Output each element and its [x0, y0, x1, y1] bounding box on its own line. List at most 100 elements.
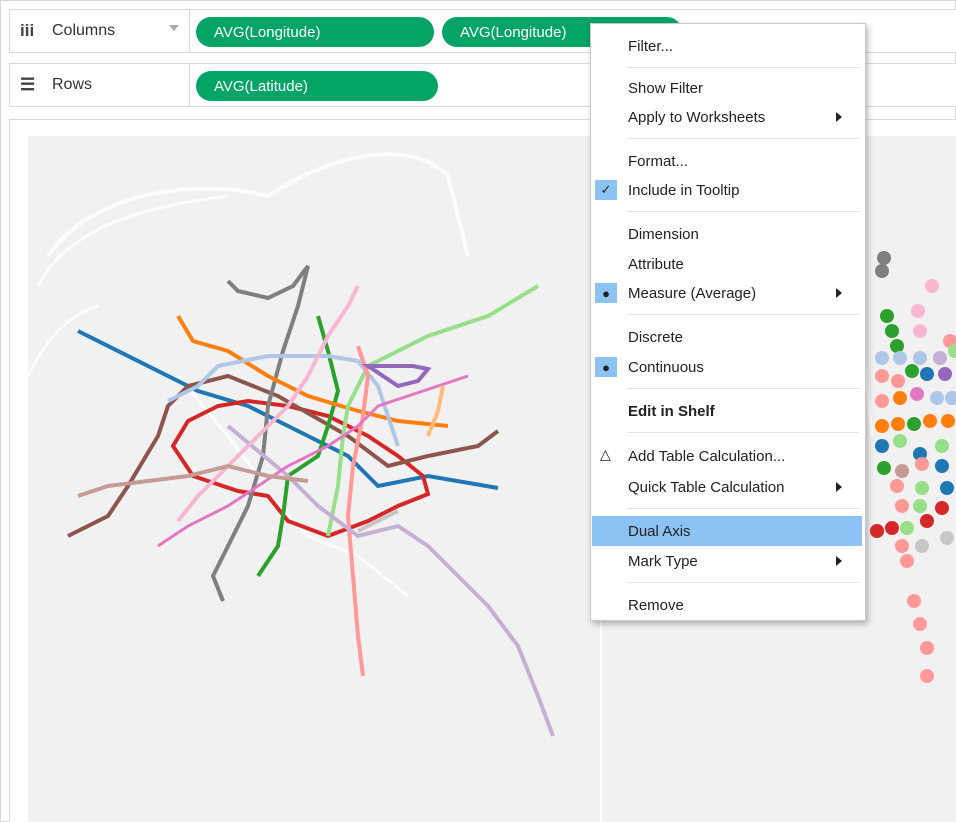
menu-item-label: Continuous [628, 358, 704, 376]
menu-divider [627, 508, 859, 509]
submenu-arrow-icon [836, 112, 842, 122]
menu-item-mark-type[interactable]: Mark Type [592, 546, 862, 576]
delta-icon: △ [600, 446, 611, 462]
menu-item-edit-in-shelf[interactable]: Edit in Shelf [592, 396, 862, 426]
menu-divider [627, 582, 859, 583]
menu-item-quick-table-calculation[interactable]: Quick Table Calculation [592, 472, 862, 502]
station-dot [895, 464, 909, 478]
menu-item-measure-average[interactable]: ● Measure (Average) [592, 278, 862, 308]
menu-item-label: Add Table Calculation... [628, 447, 786, 465]
menu-item-label: Dimension [628, 225, 699, 243]
menu-item-apply-to-worksheets[interactable]: Apply to Worksheets [592, 102, 862, 132]
station-dot [900, 554, 914, 568]
station-dot [913, 617, 927, 631]
station-dot [941, 414, 955, 428]
map-pane-lines[interactable] [28, 136, 600, 822]
menu-item-dual-axis[interactable]: Dual Axis [592, 516, 862, 546]
menu-item-label: Discrete [628, 328, 684, 346]
station-dot [890, 339, 904, 353]
columns-label-text: Columns [52, 22, 116, 39]
station-dot [920, 367, 934, 381]
menu-divider [627, 211, 859, 212]
station-dot [938, 367, 952, 381]
menu-item-label: Apply to Worksheets [628, 108, 766, 126]
menu-item-show-filter[interactable]: Show Filter [592, 73, 862, 103]
menu-item-remove[interactable]: Remove [592, 590, 862, 620]
menu-item-label: Edit in Shelf [628, 402, 715, 420]
menu-item-include-in-tooltip[interactable]: ✓ Include in Tooltip [592, 175, 862, 205]
rows-icon: ☰ [20, 75, 36, 94]
metro-line-light-orange [426, 385, 445, 437]
menu-divider [627, 314, 859, 315]
station-dot [875, 394, 889, 408]
menu-item-label: Show Filter [628, 79, 704, 97]
station-dot [920, 514, 934, 528]
menu-item-discrete[interactable]: Discrete [592, 322, 862, 352]
station-dot [885, 324, 899, 338]
menu-item-format[interactable]: Format... [592, 146, 862, 176]
station-dot [880, 309, 894, 323]
menu-item-add-table-calculation[interactable]: △ Add Table Calculation... [592, 441, 862, 471]
station-dot [875, 439, 889, 453]
station-dot [915, 457, 929, 471]
station-dot [893, 351, 907, 365]
columns-shelf-label: iii Columns [10, 10, 190, 52]
station-dot [935, 501, 949, 515]
submenu-arrow-icon [836, 556, 842, 566]
menu-divider [627, 138, 859, 139]
station-dot [925, 279, 939, 293]
rows-shelf-label: ☰ Rows [10, 64, 190, 106]
station-dot [940, 531, 954, 545]
station-dot [891, 374, 905, 388]
station-dot [935, 439, 949, 453]
station-dot [907, 594, 921, 608]
menu-divider [627, 388, 859, 389]
columns-icon: iii [20, 21, 35, 40]
station-dot [913, 324, 927, 338]
station-dot [915, 539, 929, 553]
station-dot [895, 499, 909, 513]
submenu-arrow-icon [836, 482, 842, 492]
station-dot [895, 539, 909, 553]
metro-line-tan [77, 463, 309, 498]
station-dot [923, 414, 937, 428]
metro-line-salmon [345, 345, 371, 677]
menu-item-dimension[interactable]: Dimension [592, 219, 862, 249]
station-dot [945, 391, 956, 405]
tableau-worksheet: iii Columns AVG(Longitude) AVG(Longitude… [0, 0, 956, 822]
menu-item-attribute[interactable]: Attribute [592, 249, 862, 279]
columns-pill-longitude-1[interactable]: AVG(Longitude) [196, 17, 434, 47]
map-road [28, 304, 99, 377]
station-dot [913, 499, 927, 513]
station-dot [910, 387, 924, 401]
station-dot [870, 524, 884, 538]
metro-line-orange [176, 314, 449, 428]
menu-item-label: Filter... [628, 37, 674, 55]
map-road [36, 194, 229, 287]
station-dot [877, 251, 891, 265]
radio-selected-icon: ● [595, 357, 617, 377]
context-menu: Filter... Show Filter Apply to Worksheet… [590, 23, 866, 621]
menu-item-label: Mark Type [628, 552, 698, 570]
station-dot [875, 351, 889, 365]
station-dot [920, 641, 934, 655]
menu-item-label: Include in Tooltip [628, 181, 740, 199]
menu-divider [627, 67, 859, 68]
menu-item-label: Measure (Average) [628, 284, 757, 302]
chevron-down-icon[interactable] [169, 25, 179, 31]
station-dot [893, 391, 907, 405]
menu-item-label: Format... [628, 152, 689, 170]
station-dot [875, 264, 889, 278]
station-dot [915, 481, 929, 495]
pill-label: AVG(Longitude) [460, 23, 567, 41]
map-road [46, 152, 470, 258]
menu-divider [627, 432, 859, 433]
rows-pill-latitude[interactable]: AVG(Latitude) [196, 71, 438, 101]
station-dot [911, 304, 925, 318]
menu-item-filter[interactable]: Filter... [592, 31, 862, 61]
station-dot [935, 459, 949, 473]
station-dot [875, 419, 889, 433]
station-dot [940, 481, 954, 495]
station-dot [900, 521, 914, 535]
menu-item-continuous[interactable]: ● Continuous [592, 352, 862, 382]
